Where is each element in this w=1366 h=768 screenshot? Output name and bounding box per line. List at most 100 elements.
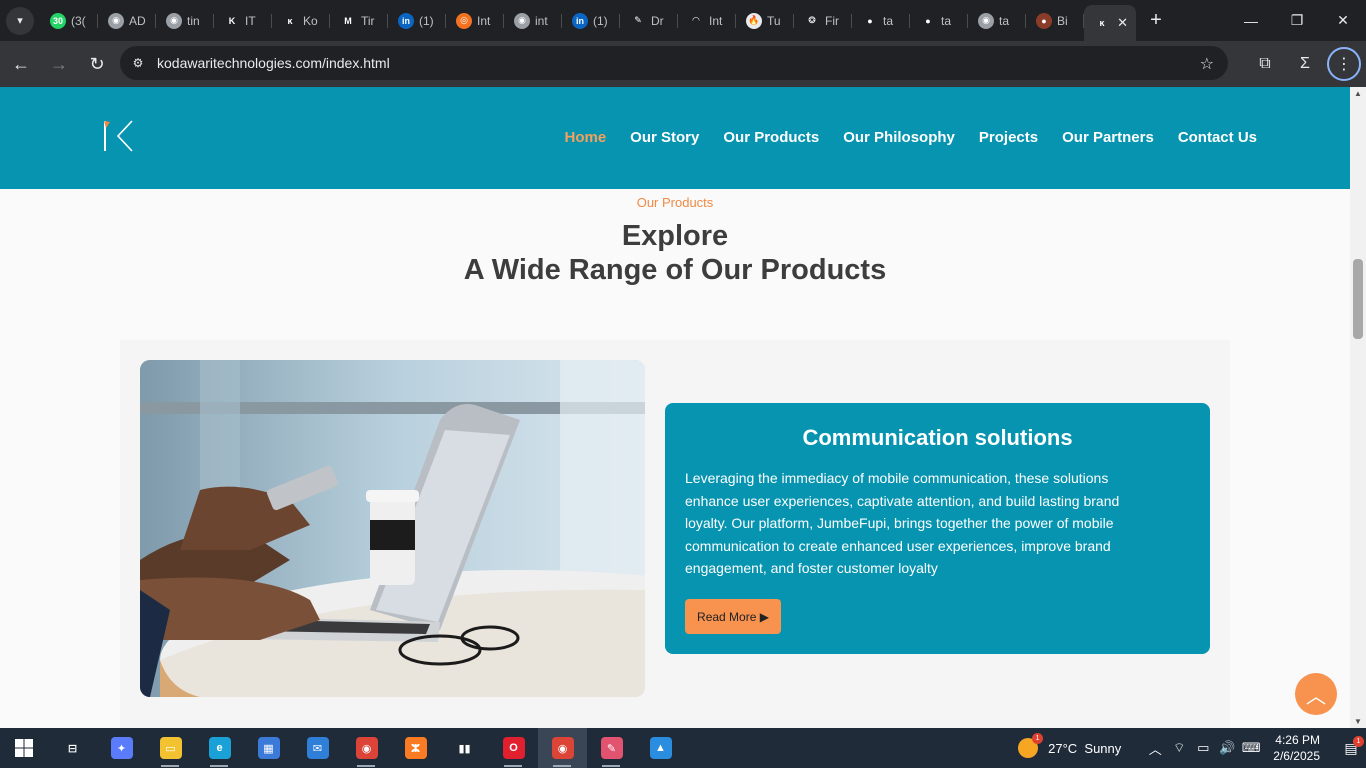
taskbar-app[interactable]: ◉ — [538, 728, 587, 768]
browser-tab[interactable]: ● ta — [852, 5, 910, 37]
weather-widget[interactable]: 1 27°C Sunny — [1018, 733, 1121, 758]
taskbar-app[interactable]: ▭ — [146, 728, 195, 768]
browser-tab[interactable]: 🔥 Tu — [736, 5, 794, 37]
window-controls: ― ❐ ✕ — [1228, 0, 1366, 41]
taskbar-app[interactable]: ⵣ — [391, 728, 440, 768]
scroll-to-top-button[interactable]: ︿ — [1295, 673, 1337, 715]
draw-icon: ✎ — [630, 12, 646, 29]
taskbar-app[interactable]: ◉ — [342, 728, 391, 768]
taskbar-app[interactable]: ⊟ — [48, 728, 97, 768]
tab-search-button[interactable]: ▾ — [6, 6, 34, 35]
minimize-button[interactable]: ― — [1228, 0, 1274, 41]
tab-title: AD — [129, 13, 146, 28]
nav-link-contact-us[interactable]: Contact Us — [1178, 129, 1257, 146]
nav-link-our-products[interactable]: Our Products — [723, 129, 819, 146]
main-nav: Home Our Story Our Products Our Philosophy P… — [564, 129, 1257, 146]
browser-menu-button[interactable]: ⋮ — [1327, 47, 1361, 81]
tab-title: ta — [999, 13, 1010, 28]
url-text[interactable]: kodawaritechnologies.com/index.html — [157, 55, 390, 71]
profile-extension-icon[interactable]: Σ — [1287, 46, 1323, 82]
nav-link-our-story[interactable]: Our Story — [630, 129, 699, 146]
browser-tab[interactable]: ✎ Dr — [620, 5, 678, 37]
browser-tab[interactable]: ◉ AD — [98, 5, 156, 37]
chrome-icon: ◉ — [355, 737, 378, 759]
avatar-icon: ● — [1036, 12, 1052, 29]
taskbar-app[interactable]: ▲ — [636, 728, 685, 768]
product-card-title: Communication solutions — [802, 425, 1073, 450]
restore-button[interactable]: ❐ — [1274, 0, 1320, 41]
store-icon: ▦ — [257, 737, 280, 759]
browser-tab[interactable]: ◉ int — [504, 5, 562, 37]
browser-tab[interactable]: ĸ Ko — [272, 5, 330, 37]
kodawari-icon: ĸ — [1094, 15, 1110, 31]
tab-title: tin — [187, 13, 200, 28]
globe-icon: ◉ — [166, 12, 182, 29]
chevron-up-icon[interactable]: ︿ — [1143, 728, 1167, 768]
browser-tab[interactable]: in (1) — [388, 5, 446, 37]
kodawari-logo[interactable] — [100, 119, 136, 153]
page-scrollbar[interactable]: ▲ ▼ — [1350, 87, 1366, 728]
taskbar-app[interactable]: ✉ — [293, 728, 342, 768]
browser-tab[interactable]: ĸ ✕ — [1084, 5, 1136, 41]
tab-title: Bi — [1057, 13, 1068, 28]
browser-tab[interactable]: K IT — [214, 5, 272, 37]
tab-title: int — [535, 13, 548, 28]
browser-tab[interactable]: ● ta — [910, 5, 968, 37]
volume-icon[interactable]: 🔊 — [1215, 728, 1239, 768]
nav-link-projects[interactable]: Projects — [979, 129, 1038, 146]
taskbar-app[interactable]: O — [489, 728, 538, 768]
github-icon: ● — [862, 12, 878, 29]
tab-title: ta — [941, 13, 952, 28]
nav-link-home[interactable]: Home — [564, 129, 606, 146]
tab-title: Int — [709, 13, 723, 28]
photos-icon: ▲ — [649, 737, 672, 759]
reload-button[interactable]: ↻ — [80, 47, 114, 81]
battery-icon[interactable]: ▭ — [1191, 728, 1215, 768]
close-window-button[interactable]: ✕ — [1320, 0, 1366, 41]
forward-button[interactable]: → — [42, 47, 76, 81]
taskbar-app[interactable]: ✦ — [97, 728, 146, 768]
nav-link-our-partners[interactable]: Our Partners — [1062, 129, 1154, 146]
k-logo-icon: K — [224, 12, 240, 29]
browser-tab[interactable]: ◎ Int — [446, 5, 504, 37]
extensions-icon[interactable]: ⧉ — [1247, 46, 1283, 82]
taskbar-app[interactable]: ▮▮ — [440, 728, 489, 768]
browser-tab[interactable]: ● Bi — [1026, 5, 1084, 37]
keyboard-icon[interactable]: ⌨ — [1239, 728, 1263, 768]
site-header: Home Our Story Our Products Our Philosophy P… — [0, 87, 1350, 189]
browser-toolbar: ← → ↻ ⚙ kodawaritechnologies.com/index.h… — [0, 41, 1366, 87]
browser-tab[interactable]: ◉ tin — [156, 5, 214, 37]
scroll-up-arrow-icon[interactable]: ▲ — [1354, 89, 1362, 98]
browser-tab[interactable]: M Tir — [330, 5, 388, 37]
lifebuoy-icon: ◎ — [456, 12, 472, 29]
nav-link-our-philosophy[interactable]: Our Philosophy — [843, 129, 955, 146]
browser-tab[interactable]: ❂ Fir — [794, 5, 852, 37]
site-info-icon[interactable]: ⚙ — [128, 53, 148, 73]
taskbar-app[interactable]: e — [195, 728, 244, 768]
clock[interactable]: 4:26 PM 2/6/2025 — [1273, 732, 1320, 764]
wifi-icon[interactable]: ⌔ — [1167, 728, 1191, 768]
chrome-profile-icon: ◉ — [551, 737, 574, 759]
back-button[interactable]: ← — [4, 47, 38, 81]
browser-tab[interactable]: ◉ ta — [968, 5, 1026, 37]
kodawari-icon: ĸ — [282, 12, 298, 29]
address-bar[interactable]: ⚙ kodawaritechnologies.com/index.html ☆ — [120, 46, 1228, 80]
gauge-icon: ◠ — [688, 12, 704, 29]
close-tab-icon[interactable]: ✕ — [1117, 15, 1128, 31]
tab-title: Dr — [651, 13, 664, 28]
scroll-thumb[interactable] — [1353, 259, 1363, 339]
opera-icon: O — [502, 737, 525, 759]
taskbar-app[interactable]: ▦ — [244, 728, 293, 768]
new-tab-button[interactable]: + — [1142, 7, 1170, 35]
notification-center-icon[interactable]: ▤ 1 — [1336, 728, 1366, 768]
scroll-down-arrow-icon[interactable]: ▼ — [1354, 717, 1362, 726]
read-more-button[interactable]: Read More ▶ — [685, 599, 781, 634]
windows-taskbar: ⊟ ✦ ▭ e ▦ ✉ ◉ ⵣ ▮▮ O ◉ ✎ ▲ 1 27°C Sunny ︿ ⌔ ▭ 🔊 ⌨ 4:… — [0, 728, 1366, 768]
openai-icon: ❂ — [804, 12, 820, 29]
browser-tab[interactable]: in (1) — [562, 5, 620, 37]
start-button[interactable] — [0, 728, 48, 768]
browser-tab[interactable]: 30 (3( — [40, 5, 98, 37]
bookmark-star-icon[interactable]: ☆ — [1200, 54, 1214, 74]
taskbar-app[interactable]: ✎ — [587, 728, 636, 768]
browser-tab[interactable]: ◠ Int — [678, 5, 736, 37]
